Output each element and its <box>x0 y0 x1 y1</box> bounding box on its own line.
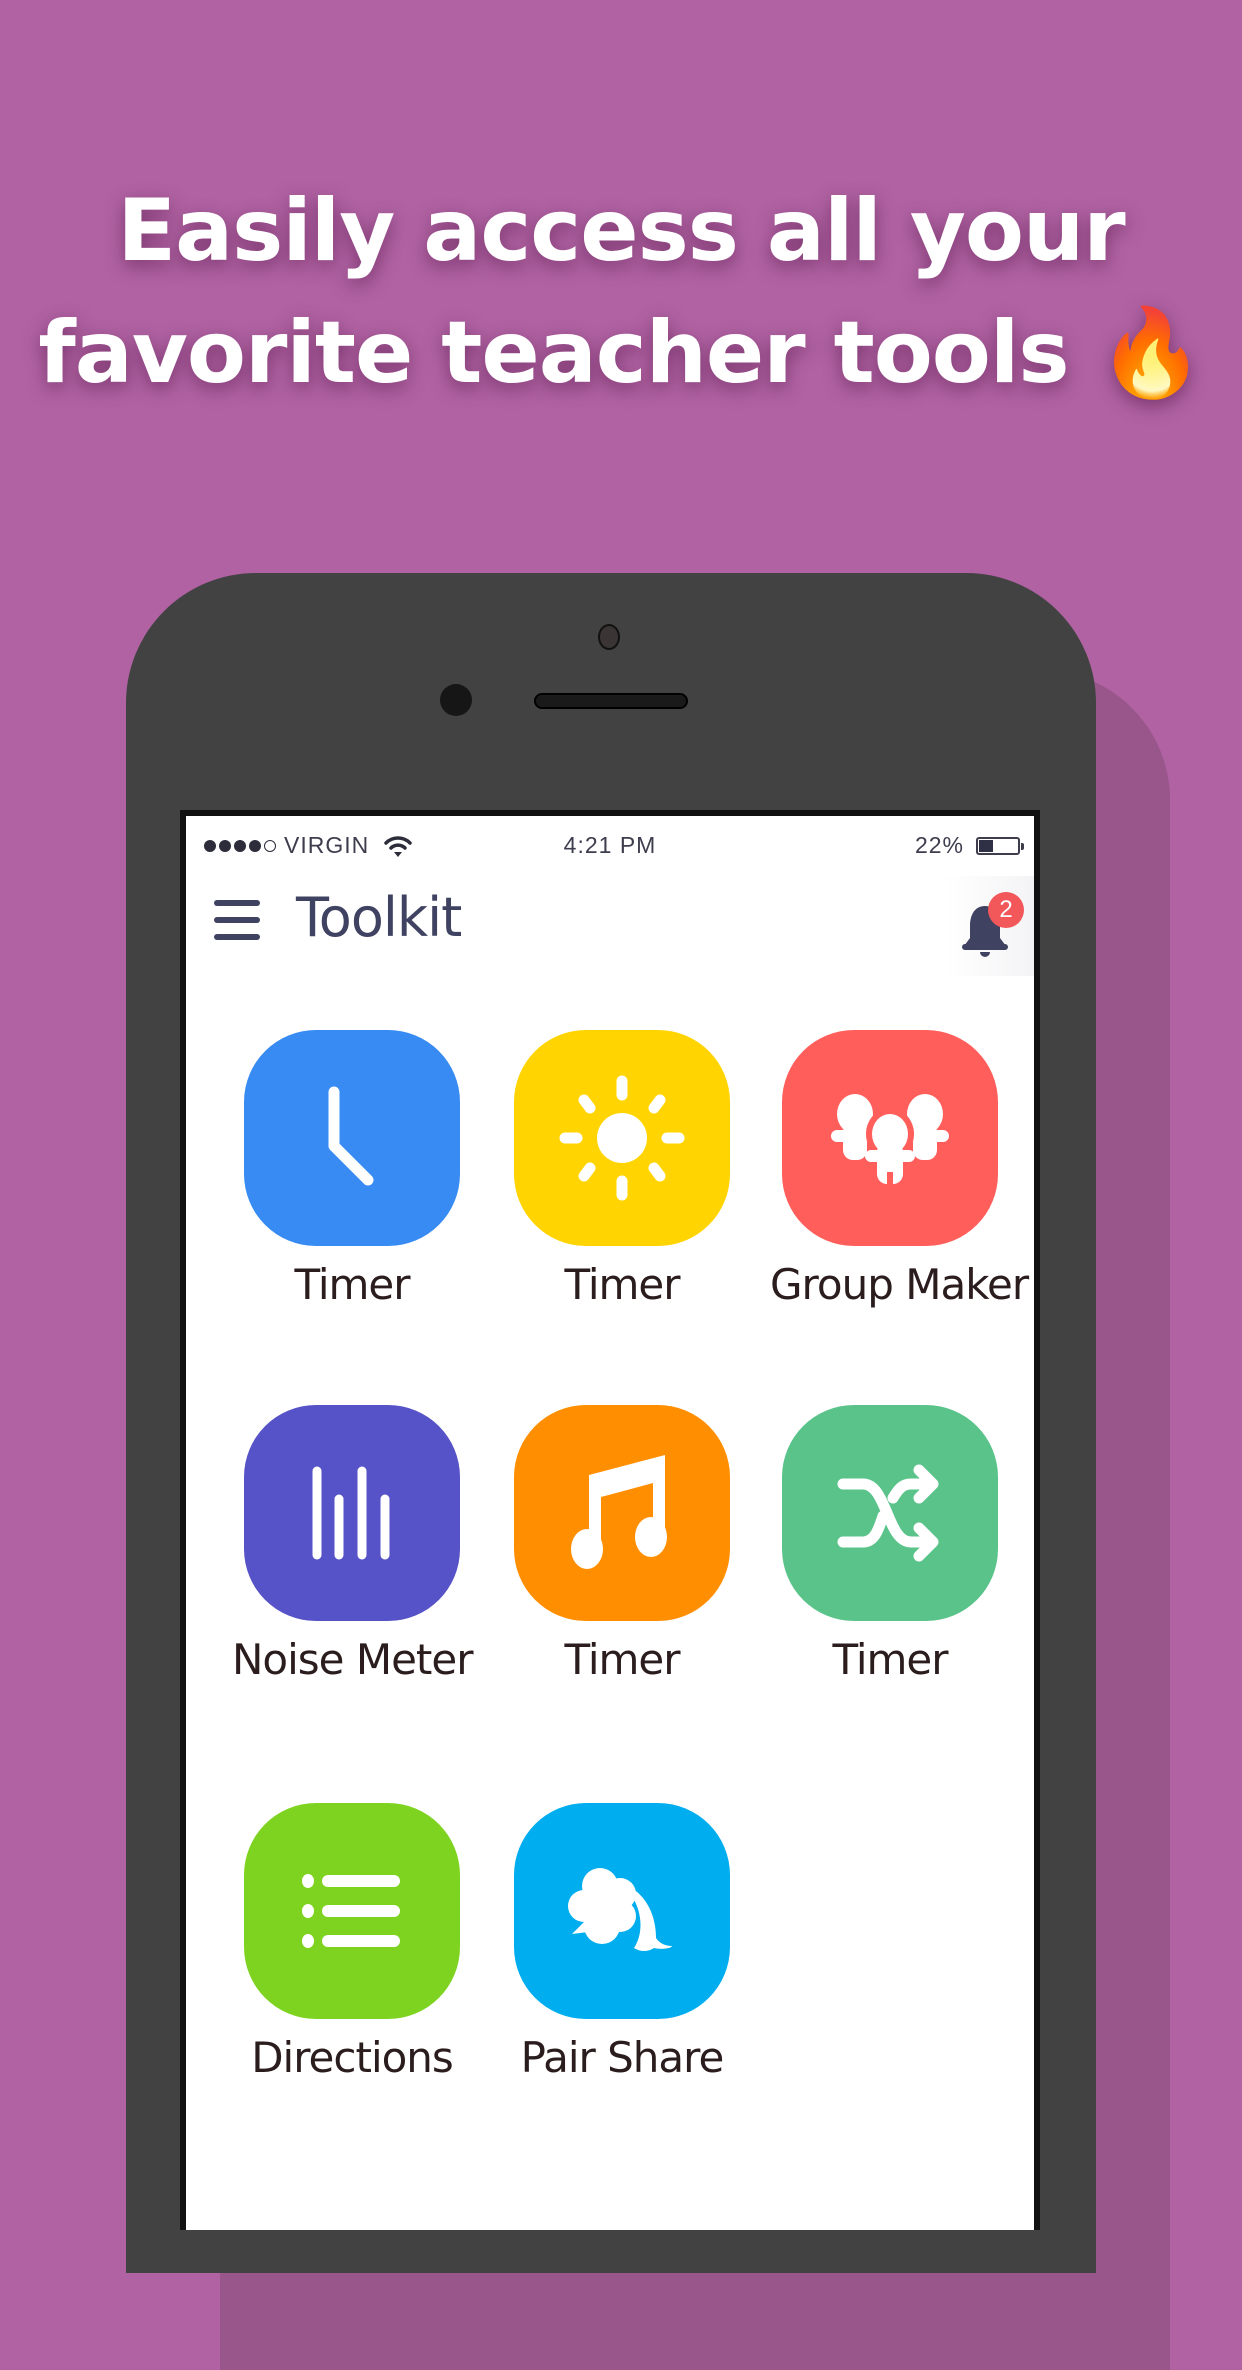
tool-noise-meter[interactable]: Noise Meter <box>232 1405 474 1684</box>
notifications-button[interactable]: 2 <box>944 876 1034 976</box>
tool-label: Timer <box>832 1635 948 1684</box>
headline-line-2-text: favorite teacher tools <box>38 303 1069 403</box>
list-icon <box>302 1874 400 1948</box>
tool-tile <box>244 1803 460 2019</box>
page-title: Toolkit <box>296 886 462 949</box>
earpiece-speaker <box>534 693 688 709</box>
tool-label: Group Maker <box>770 1260 1029 1309</box>
battery-level <box>979 839 993 852</box>
promo-headline: Easily access all your favorite teacher … <box>0 170 1242 414</box>
tool-directions[interactable]: Directions <box>232 1803 472 2082</box>
status-bar: VIRGIN 4:21 PM 22% <box>186 832 1034 864</box>
tool-label: Timer <box>564 1260 680 1309</box>
status-time: 4:21 PM <box>563 832 657 858</box>
bars-icon <box>312 1466 390 1560</box>
hamburger-icon-line <box>214 917 260 923</box>
proximity-sensor <box>440 684 472 716</box>
sun-icon <box>559 1075 685 1201</box>
tool-tile <box>782 1405 998 1621</box>
tool-label: Timer <box>294 1260 410 1309</box>
menu-button[interactable] <box>214 900 260 940</box>
tool-label: Pair Share <box>520 2033 725 2082</box>
group-icon <box>831 1094 949 1186</box>
tool-tile <box>782 1030 998 1246</box>
app-screen: VIRGIN 4:21 PM 22% Toolkit 2 Timer Timer… <box>186 816 1034 2230</box>
front-camera <box>598 624 620 650</box>
phone-screen: VIRGIN 4:21 PM 22% Toolkit 2 Timer Timer… <box>180 810 1040 2230</box>
music-note-icon <box>571 1455 667 1569</box>
tool-group-maker[interactable]: Group Maker <box>770 1030 1029 1309</box>
headline-line-1: Easily access all your <box>117 181 1125 281</box>
tool-tile <box>514 1030 730 1246</box>
battery-tip <box>1021 842 1024 850</box>
tool-pair-share[interactable]: Pair Share <box>502 1803 742 2082</box>
tool-timer-shuffle[interactable]: Timer <box>770 1405 1010 1684</box>
tool-tile <box>244 1405 460 1621</box>
notification-badge: 2 <box>988 892 1024 928</box>
battery-percent: 22% <box>914 832 964 858</box>
chat-bubbles-icon <box>568 1868 672 1951</box>
tool-label: Timer <box>564 1635 680 1684</box>
app-header: Toolkit 2 <box>186 876 1034 976</box>
tool-tile <box>244 1030 460 1246</box>
headline-line-2: favorite teacher tools 🔥 <box>0 292 1242 414</box>
fire-emoji-icon: 🔥 <box>1097 303 1205 403</box>
tool-timer-music[interactable]: Timer <box>502 1405 742 1684</box>
clock-icon <box>328 1086 374 1186</box>
status-right: 22% <box>914 832 1024 859</box>
tool-tile <box>514 1803 730 2019</box>
hamburger-icon-line <box>214 934 260 940</box>
tool-tile <box>514 1405 730 1621</box>
tool-timer-sun[interactable]: Timer <box>502 1030 742 1309</box>
tool-label: Directions <box>251 2033 454 2082</box>
tool-label: Noise Meter <box>232 1635 474 1684</box>
shuffle-icon <box>837 1464 939 1562</box>
hamburger-icon-line <box>214 900 260 906</box>
tool-timer-clock[interactable]: Timer <box>232 1030 472 1309</box>
battery-icon <box>976 836 1024 855</box>
